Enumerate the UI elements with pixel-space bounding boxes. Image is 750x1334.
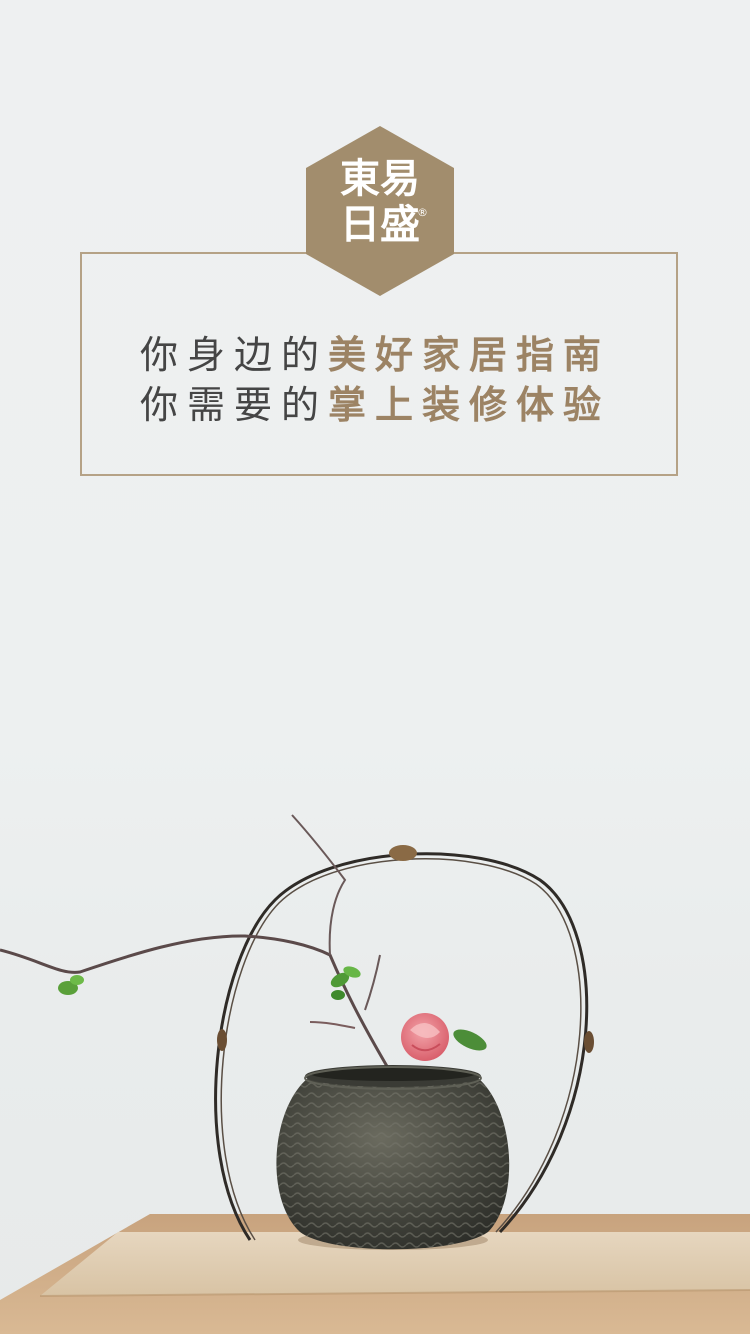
basket-icon — [276, 1065, 510, 1250]
branch-icon — [0, 814, 390, 1069]
flower-icon — [401, 1013, 487, 1061]
slogan-line-2-plain: 你需要的 — [139, 383, 328, 427]
slogan-line-1: 你身边的美好家居指南 — [0, 330, 750, 380]
slogan-line-2: 你需要的掌上装修体验 — [0, 380, 750, 430]
brand-name-line1: 東易 — [340, 156, 420, 202]
brand-name-line2: 日盛 — [340, 202, 420, 248]
brand-logo-text: 東易 日盛 ® — [306, 156, 454, 248]
registered-mark: ® — [417, 206, 428, 219]
slogan-line-2-accent: 掌上装修体验 — [328, 383, 611, 427]
slogan-line-1-accent: 美好家居指南 — [328, 333, 611, 377]
slogan-line-1-plain: 你身边的 — [139, 333, 328, 377]
